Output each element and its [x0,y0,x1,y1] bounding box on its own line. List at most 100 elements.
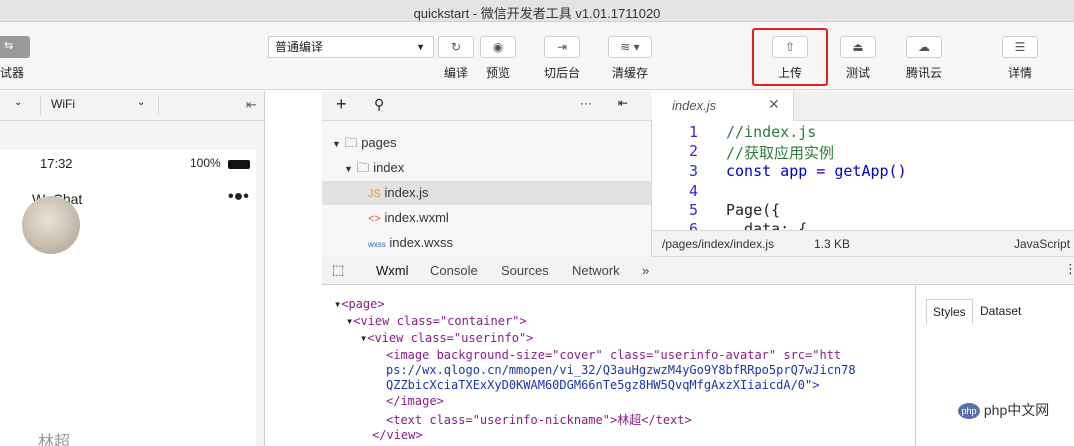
cloud-icon: ☁ [918,40,930,54]
toolbar: ⇆ 试器 普通编译 ▼ ↻ ◉ 编译 预览 ⇥ 切后台 ≋ ▾ 清缓存 ⇧ 上传… [0,22,1074,90]
add-file-icon[interactable]: + [336,94,347,115]
wxss-file-icon: wxss [368,240,386,249]
tree-label: index.wxss [389,235,453,250]
wxml-image-close: </image> [386,394,444,408]
tree-label: index [373,160,405,175]
details-label: 详情 [1007,66,1032,80]
more-tabs-icon[interactable]: » [642,263,649,278]
status-path: /pages/index/index.js [662,237,775,251]
tree-file-index-wxml[interactable]: <> index.wxml [368,206,449,230]
chevron-down-icon[interactable]: ⌄ [14,97,22,108]
tree-folder-pages[interactable]: ▼ 🗀 pages [332,131,397,155]
compile-button[interactable]: ↻ [438,36,474,58]
tree-label: index.js [384,185,429,200]
watermark-text: php中文网 [983,402,1050,418]
preview-button[interactable]: ◉ [480,36,516,58]
line-number: 5 [688,201,698,219]
devtools-menu-icon[interactable]: ⋮ [1064,261,1074,277]
simulator-toolbar: ⌄ WiFi ⌄ ⇤ [0,91,265,121]
wxml-file-icon: <> [368,213,381,225]
tree-file-index-wxss[interactable]: wxss index.wxss [368,231,453,255]
editor-tab-label: index.js [672,98,717,113]
flask-icon: ⏏ [852,40,864,54]
editor-tab[interactable]: index.js ✕ [652,91,794,121]
folder-icon: 🗀 [356,160,370,175]
wxml-node-userinfo[interactable]: ▾<view class="userinfo"> [360,331,533,345]
caret-down-icon: ▼ [332,139,341,149]
background-button[interactable]: ⇥ [544,36,580,58]
network-value: WiFi [51,97,75,111]
clear-cache-label: 清缓存 [611,66,648,80]
chevron-down-icon: ▼ [416,42,425,52]
js-file-icon: JS [368,188,381,200]
line-number: 2 [688,142,698,160]
tree-folder-index[interactable]: ▼ 🗀 index [344,156,404,180]
refresh-icon: ↻ [450,40,462,54]
tree-file-index-js[interactable]: JS index.js [322,181,651,205]
collapse-tree-icon[interactable]: ⇤ [618,96,628,110]
simulator-toggle-button[interactable]: ⇆ [0,36,30,58]
editor-status-bar: /pages/index/index.js 1.3 KB JavaScript [652,230,1074,257]
search-icon[interactable]: ⚲ [374,96,384,113]
tencent-cloud-label: 腾讯云 [905,66,942,80]
code-editor[interactable]: 1 //index.js 2 //获取应用实例 3 const app = ge… [652,121,1074,230]
chevron-down-icon: ⌄ [137,97,146,108]
title-bar: quickstart - 微信开发者工具 v1.01.1711020 [0,0,1074,22]
divider [158,95,159,115]
switch-background-icon: ⇥ [556,40,568,54]
simulator-icon: ⇆ [4,40,14,52]
avatar[interactable] [22,196,80,254]
tencent-cloud-button[interactable]: ☁ [906,36,942,58]
compile-mode-value: 普通编译 [275,40,324,54]
tab-network[interactable]: Network [572,263,620,278]
wxml-view-close: </view> [372,428,423,442]
details-button[interactable]: ☰ [1002,36,1038,58]
caret-down-icon: ▼ [344,164,353,174]
battery-level: 100% [190,156,221,170]
network-select[interactable]: WiFi ⌄ [40,95,158,115]
background-label: 切后台 [543,66,580,80]
test-label: 测试 [845,66,870,80]
inspect-icon[interactable]: ⬚ [332,262,344,278]
tab-styles[interactable]: Styles [926,299,973,325]
file-tree: ▼ 🗀 pages ▼ 🗀 index JS index.js <> index… [322,121,652,257]
file-tree-toolbar: + ⚲ ··· ⇤ [322,91,652,121]
tab-console[interactable]: Console [430,263,478,278]
window-title: quickstart - 微信开发者工具 v1.01.1711020 [413,6,661,21]
clear-cache-button[interactable]: ≋ ▾ [608,36,652,58]
code-line: data: { [726,220,808,230]
wxml-node-image[interactable]: <image background-size="cover" class="us… [386,348,841,362]
test-button[interactable]: ⏏ [840,36,876,58]
wxml-image-src: ps://wx.qlogo.cn/mmopen/vi_32/Q3auHgzwzM… [386,363,856,377]
wxml-node-container[interactable]: ▾<view class="container"> [346,314,527,328]
wxml-node-page[interactable]: ▾<page> [334,297,385,311]
compile-label: 编译 [443,66,468,80]
simulator-label: 试器 [0,66,25,80]
status-size: 1.3 KB [814,237,851,251]
status-language: JavaScript [1014,237,1071,251]
close-icon[interactable]: ✕ [768,96,780,113]
more-icon[interactable]: ··· [580,96,592,110]
line-number: 1 [688,123,698,141]
line-number: 3 [688,162,698,180]
wxml-node-text[interactable]: <text class="userinfo-nickname">林超</text… [386,411,692,428]
collapse-icon[interactable]: ⇤ [246,97,257,113]
more-dots-icon[interactable]: •●• [228,188,249,206]
compile-mode-select[interactable]: 普通编译 ▼ [268,36,434,58]
code-line: Page({ [726,201,781,219]
wxml-image-src: QZZbicXciaTXExXyD0KWAM60DGM66nTe5gz8HW5Q… [386,378,820,392]
tab-dataset[interactable]: Dataset [974,299,1027,325]
devtools-tab-bar: ⬚ Wxml Console Sources Network » ⋮ [322,257,1074,285]
folder-icon: 🗀 [344,135,358,150]
preview-label: 预览 [485,66,510,80]
code-line: const app = getApp() [726,162,907,180]
php-logo-icon: php [958,403,980,420]
tab-sources[interactable]: Sources [501,263,549,278]
code-line: //获取应用实例 [726,144,835,162]
battery-icon [228,160,250,169]
tab-wxml[interactable]: Wxml [376,263,409,278]
status-time: 17:32 [40,156,73,171]
tree-label: index.wxml [384,210,449,225]
code-line: //index.js [726,123,817,141]
tree-label: pages [361,135,397,150]
